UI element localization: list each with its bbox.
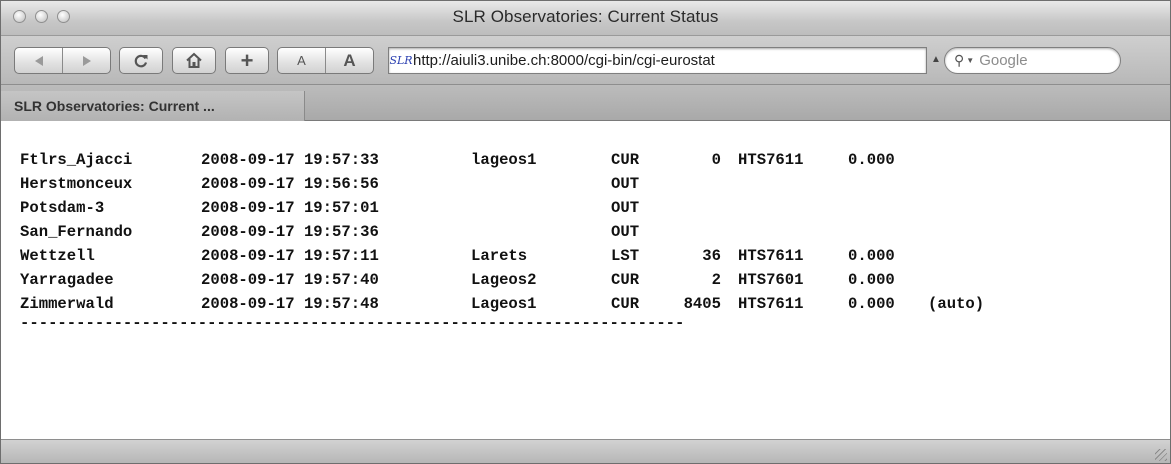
state-cell: CUR xyxy=(611,295,640,313)
date-text: 2008-09-17 xyxy=(201,247,295,265)
datetime-cell: 2008-09-17 19:57:01 xyxy=(201,199,471,217)
count-cell: 36 xyxy=(702,247,721,265)
satellite-cell: Lageos2 xyxy=(471,271,537,289)
reload-button[interactable] xyxy=(119,47,163,74)
tab-label: SLR Observatories: Current ... xyxy=(14,98,215,114)
station-cell: San_Fernando xyxy=(20,223,133,241)
forward-arrow-icon xyxy=(82,55,91,66)
status-table: Ftlrs_Ajacci 2008-09-17 19:57:33 lageos1 CU… xyxy=(20,148,1170,316)
home-button[interactable] xyxy=(172,47,216,74)
count-cell: 0 xyxy=(711,151,721,169)
search-field[interactable]: ⚲ ▼ Google xyxy=(944,47,1121,74)
back-button[interactable] xyxy=(15,48,62,73)
window-title: SLR Observatories: Current Status xyxy=(452,7,719,26)
table-row: Potsdam-3 2008-09-17 19:57:01 OUT xyxy=(20,196,1170,220)
table-row: Ftlrs_Ajacci 2008-09-17 19:57:33 lageos1 CU… xyxy=(20,148,1170,172)
value-cell: 0.000 xyxy=(848,271,895,289)
state-cell: OUT xyxy=(611,223,640,241)
table-row: Zimmerwald 2008-09-17 19:57:48 Lageos1 CUR 8… xyxy=(20,292,1170,316)
text-bigger-button[interactable]: A xyxy=(326,48,373,73)
datetime-cell: 2008-09-17 19:57:11 xyxy=(201,247,471,265)
text-size-buttons: A A xyxy=(277,47,374,74)
text-bigger-label: A xyxy=(343,50,356,70)
back-arrow-icon xyxy=(34,55,43,66)
program-cell: HTS7611 xyxy=(738,247,804,265)
address-bar[interactable]: SLR http://aiuli3.unibe.ch:8000/cgi-bin/… xyxy=(388,47,927,74)
value-cell: 0.000 xyxy=(848,247,895,265)
table-row: San_Fernando 2008-09-17 19:57:36 OUT xyxy=(20,220,1170,244)
date-text: 2008-09-17 xyxy=(201,175,295,193)
time-text: 19:57:40 xyxy=(303,271,379,289)
date-text: 2008-09-17 xyxy=(201,151,295,169)
table-row: Yarragadee 2008-09-17 19:57:40 Lageos2 CUR 2… xyxy=(20,268,1170,292)
address-url[interactable]: http://aiuli3.unibe.ch:8000/cgi-bin/cgi-… xyxy=(413,52,715,69)
datetime-cell: 2008-09-17 19:57:36 xyxy=(201,223,471,241)
date-text: 2008-09-17 xyxy=(201,223,295,241)
reload-icon xyxy=(134,54,148,67)
state-cell: CUR xyxy=(611,151,640,169)
title-bar[interactable]: SLR Observatories: Current Status xyxy=(1,1,1170,36)
count-cell: 2 xyxy=(711,271,721,289)
station-cell: Ftlrs_Ajacci xyxy=(20,151,133,169)
toolbar: + A A SLR http://aiuli3.unibe.ch:8000/cg… xyxy=(1,36,1170,84)
time-text: 19:57:33 xyxy=(303,151,379,169)
status-bar xyxy=(1,439,1170,463)
site-favicon-icon: SLR xyxy=(389,54,413,67)
count-cell: 8405 xyxy=(683,295,721,313)
station-cell: Wettzell xyxy=(20,247,95,265)
page-content: Ftlrs_Ajacci 2008-09-17 19:57:33 lageos1 CU… xyxy=(1,121,1170,439)
mode-cell: (auto) xyxy=(928,295,985,313)
search-placeholder: Google xyxy=(979,52,1028,69)
station-cell: Yarragadee xyxy=(20,271,114,289)
datetime-cell: 2008-09-17 19:57:33 xyxy=(201,151,471,169)
table-row: Wettzell 2008-09-17 19:57:11 Larets LST 36 HT… xyxy=(20,244,1170,268)
program-cell: HTS7611 xyxy=(738,295,804,313)
satellite-cell: lageos1 xyxy=(471,151,537,169)
add-bookmark-label: + xyxy=(240,47,254,73)
search-icon[interactable]: ⚲ xyxy=(954,52,964,69)
search-menu-chevron-icon[interactable]: ▼ xyxy=(966,56,974,65)
program-cell: HTS7601 xyxy=(738,271,804,289)
time-text: 19:57:48 xyxy=(303,295,379,313)
state-cell: OUT xyxy=(611,175,640,193)
resize-grip-icon[interactable] xyxy=(1155,449,1167,461)
state-cell: OUT xyxy=(611,199,640,217)
satellite-cell: Lageos1 xyxy=(471,295,537,313)
date-text: 2008-09-17 xyxy=(201,199,295,217)
time-text: 19:57:36 xyxy=(303,223,379,241)
satellite-cell: Larets xyxy=(471,247,528,265)
tab-bar: SLR Observatories: Current ... xyxy=(1,84,1170,121)
separator-line: ----------------------------------------… xyxy=(20,316,685,332)
date-text: 2008-09-17 xyxy=(201,271,295,289)
state-cell: LST xyxy=(611,247,640,265)
state-cell: CUR xyxy=(611,271,640,289)
text-smaller-label: A xyxy=(297,53,306,68)
value-cell: 0.000 xyxy=(848,151,895,169)
station-cell: Zimmerwald xyxy=(20,295,114,313)
back-forward-buttons xyxy=(14,47,111,74)
datetime-cell: 2008-09-17 19:57:48 xyxy=(201,295,471,313)
text-smaller-button[interactable]: A xyxy=(278,48,325,73)
station-cell: Herstmonceux xyxy=(20,175,133,193)
snapback-icon[interactable]: ▲ xyxy=(931,54,941,65)
datetime-cell: 2008-09-17 19:57:40 xyxy=(201,271,471,289)
date-text: 2008-09-17 xyxy=(201,295,295,313)
home-icon xyxy=(186,52,202,68)
program-cell: HTS7611 xyxy=(738,151,804,169)
datetime-cell: 2008-09-17 19:56:56 xyxy=(201,175,471,193)
browser-window: SLR Observatories: Current Status + A A … xyxy=(0,0,1171,464)
time-text: 19:56:56 xyxy=(303,175,379,193)
time-text: 19:57:11 xyxy=(303,247,379,265)
time-text: 19:57:01 xyxy=(303,199,379,217)
station-cell: Potsdam-3 xyxy=(20,199,105,217)
table-row: Herstmonceux 2008-09-17 19:56:56 OUT xyxy=(20,172,1170,196)
add-bookmark-button[interactable]: + xyxy=(225,47,269,74)
tab-current[interactable]: SLR Observatories: Current ... xyxy=(1,91,305,121)
forward-button[interactable] xyxy=(63,48,110,73)
value-cell: 0.000 xyxy=(848,295,895,313)
